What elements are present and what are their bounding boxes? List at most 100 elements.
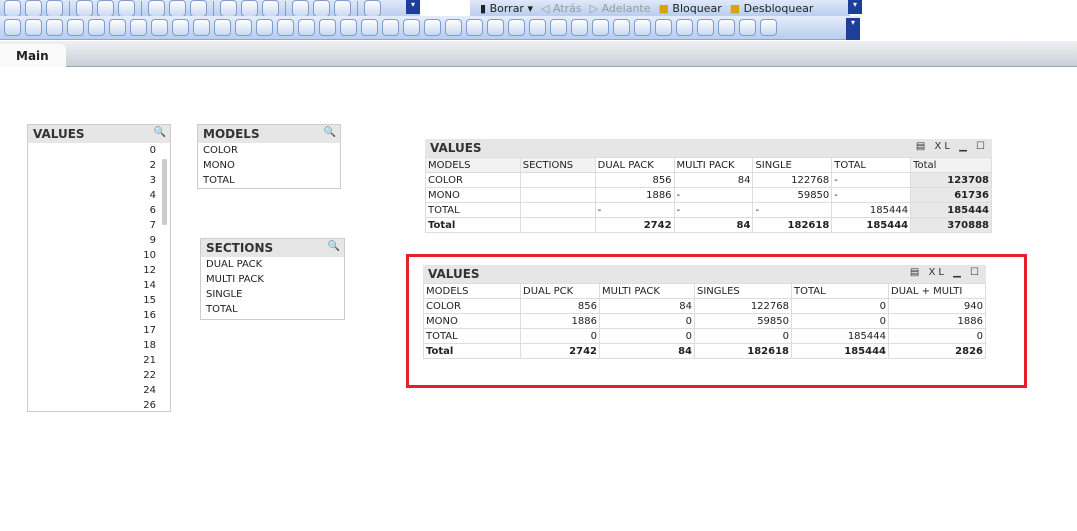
table-icon[interactable] <box>130 19 147 36</box>
web-view-icon[interactable] <box>760 19 777 36</box>
list-item[interactable]: DUAL PACK <box>201 257 344 272</box>
format-painter-icon[interactable] <box>424 19 441 36</box>
list-item[interactable]: 0 <box>28 143 170 158</box>
export-excel-button[interactable]: XL <box>935 141 953 152</box>
list-item[interactable]: 12 <box>28 263 170 278</box>
table-viewer-icon[interactable] <box>739 19 756 36</box>
list-item[interactable]: 16 <box>28 308 170 323</box>
redo-icon[interactable] <box>190 0 207 17</box>
list-item[interactable]: 3 <box>28 173 170 188</box>
find-icon[interactable] <box>220 0 237 17</box>
properties-icon[interactable] <box>313 0 330 17</box>
list-item[interactable]: 18 <box>28 338 170 353</box>
column-header[interactable]: TOTAL <box>831 157 912 173</box>
reload-script-icon[interactable] <box>676 19 693 36</box>
minimize-icon[interactable]: ▁ <box>953 267 964 278</box>
column-header[interactable]: SINGLES <box>694 283 792 299</box>
list-item[interactable]: 7 <box>28 218 170 233</box>
list-item[interactable]: 24 <box>28 383 170 398</box>
open-icon[interactable] <box>25 0 42 17</box>
sections-listbox[interactable]: SECTIONS 🔍 DUAL PACK MULTI PACK SINGLE TOTAL <box>200 238 345 320</box>
list-item[interactable]: 10 <box>28 248 170 263</box>
column-header[interactable]: MODELS <box>425 157 521 173</box>
maximize-icon[interactable]: ☐ <box>976 141 988 152</box>
new-icon[interactable] <box>4 0 21 17</box>
bookmark-icon[interactable] <box>319 19 336 36</box>
tab-main[interactable]: Main <box>0 44 66 67</box>
column-header[interactable]: MULTI PACK <box>599 283 695 299</box>
sheet-right-icon[interactable] <box>46 19 63 36</box>
search-icon[interactable]: 🔍 <box>328 241 340 252</box>
edit-module-icon[interactable] <box>718 19 735 36</box>
export-icon[interactable] <box>148 0 165 17</box>
column-header[interactable]: SECTIONS <box>519 157 596 173</box>
multibox-icon[interactable] <box>151 19 168 36</box>
chart-icon[interactable] <box>262 0 279 17</box>
adjust-top-icon[interactable] <box>655 19 672 36</box>
align-bottom-icon[interactable] <box>529 19 546 36</box>
list-item[interactable]: 15 <box>28 293 170 308</box>
list-item[interactable]: 14 <box>28 278 170 293</box>
listbox-icon[interactable] <box>88 19 105 36</box>
list-item[interactable]: 21 <box>28 353 170 368</box>
smiley-icon[interactable] <box>382 19 399 36</box>
edit-icon[interactable] <box>118 0 135 17</box>
help-icon[interactable] <box>334 0 351 17</box>
list-item[interactable]: MONO <box>198 158 340 173</box>
chart-icon[interactable] <box>172 19 189 36</box>
print-icon[interactable]: ▤ <box>910 267 922 278</box>
list-item[interactable]: TOTAL <box>201 302 344 317</box>
desbloquear-button[interactable]: ■ Desbloquear <box>730 2 814 15</box>
list-item[interactable]: MULTI PACK <box>201 272 344 287</box>
list-item[interactable]: 26 <box>28 398 170 413</box>
container-icon[interactable] <box>361 19 378 36</box>
text-icon[interactable] <box>256 19 273 36</box>
models-listbox[interactable]: MODELS 🔍 COLOR MONO TOTAL <box>197 124 341 189</box>
column-header[interactable]: DUAL PACK <box>594 157 675 173</box>
column-header[interactable]: DUAL + MULTI <box>888 283 986 299</box>
toolbar-overflow-button[interactable]: ▾ <box>848 0 862 14</box>
column-header[interactable]: SINGLE <box>752 157 833 173</box>
bloquear-button[interactable]: ■ Bloquear <box>659 2 722 15</box>
align-left-icon[interactable] <box>466 19 483 36</box>
slider-icon[interactable] <box>298 19 315 36</box>
align-right-icon[interactable] <box>508 19 525 36</box>
space-vertical-icon[interactable] <box>592 19 609 36</box>
print-icon[interactable]: ▤ <box>916 141 928 152</box>
list-item[interactable]: TOTAL <box>198 173 340 188</box>
reload-icon[interactable] <box>46 0 63 17</box>
minimize-icon[interactable]: ▁ <box>959 141 970 152</box>
column-header[interactable]: Total <box>910 157 992 173</box>
toolbar-overflow-button[interactable]: ▾ <box>406 0 420 14</box>
list-item[interactable]: SINGLE <box>201 287 344 302</box>
sheet-props-icon[interactable] <box>67 19 84 36</box>
borrar-button[interactable]: ▮ Borrar ▾ <box>480 2 533 15</box>
undo-icon[interactable] <box>169 0 186 17</box>
search-icon[interactable]: 🔍 <box>324 127 336 138</box>
list-item[interactable]: 22 <box>28 368 170 383</box>
export-excel-button[interactable]: XL <box>929 267 947 278</box>
search-icon[interactable] <box>340 19 357 36</box>
list-item[interactable]: 6 <box>28 203 170 218</box>
edit-script-icon[interactable] <box>697 19 714 36</box>
sheet-left-icon[interactable] <box>25 19 42 36</box>
toolbar-overflow-button[interactable]: ▾ <box>846 18 860 40</box>
align-middle-icon[interactable] <box>550 19 567 36</box>
list-item[interactable]: 17 <box>28 323 170 338</box>
scrollbar[interactable] <box>162 159 167 225</box>
expression-icon[interactable] <box>403 19 420 36</box>
values-listbox[interactable]: VALUES 🔍 0 2 3 4 6 7 9 10 12 14 15 16 17 18 21 22 24 26 <box>27 124 171 412</box>
print-icon[interactable] <box>97 0 114 17</box>
pointer-icon[interactable] <box>364 0 381 17</box>
favorite-icon[interactable] <box>292 0 309 17</box>
column-header[interactable]: MODELS <box>423 283 521 299</box>
checkbox-icon[interactable] <box>214 19 231 36</box>
adjust-left-icon[interactable] <box>634 19 651 36</box>
column-header[interactable]: MULTI PACK <box>673 157 754 173</box>
list-item[interactable]: 4 <box>28 188 170 203</box>
check-icon[interactable] <box>241 0 258 17</box>
align-top-icon[interactable] <box>571 19 588 36</box>
button-icon[interactable] <box>235 19 252 36</box>
input-icon[interactable] <box>193 19 210 36</box>
line-icon[interactable] <box>277 19 294 36</box>
